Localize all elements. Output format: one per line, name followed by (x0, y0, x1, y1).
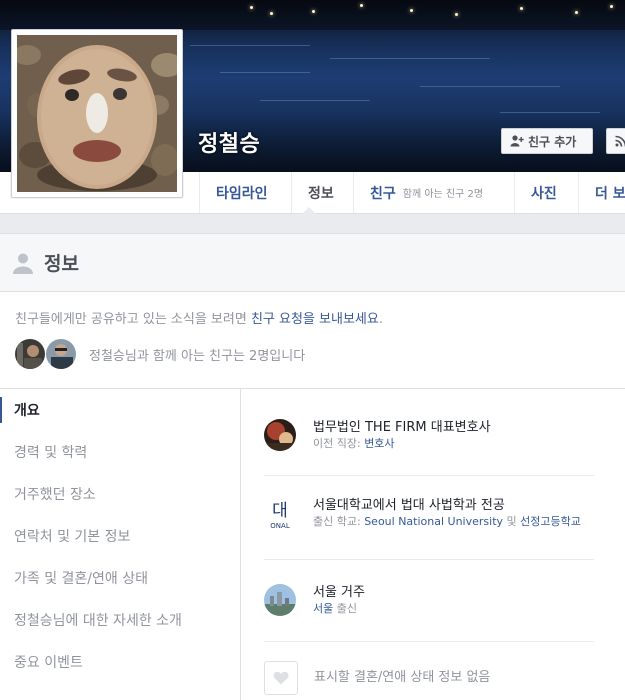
menu-item-details[interactable]: 정철승님에 대한 자세한 소개 (0, 599, 240, 641)
residence-origin: 서울 출신 (313, 601, 594, 616)
friend-photo (46, 339, 76, 369)
cover-light (270, 12, 273, 15)
cover-light (410, 9, 413, 12)
profile-picture[interactable] (11, 29, 183, 198)
cover-light (312, 10, 315, 13)
menu-item-work-education[interactable]: 경력 및 학력 (0, 431, 240, 473)
menu-item-family-relationships[interactable]: 가족 및 결혼/연애 상태 (0, 557, 240, 599)
water-ripple (420, 86, 560, 87)
menu-item-label: 중요 이벤트 (14, 655, 83, 671)
tab-about-label: 정보 (308, 185, 334, 202)
rss-icon (615, 135, 625, 147)
menu-item-label: 개요 (14, 403, 40, 419)
mutual-friend-avatar[interactable] (14, 338, 46, 370)
water-ripple (330, 58, 490, 59)
friend-photo (15, 339, 45, 369)
heart-glyph (273, 671, 289, 685)
tab-friends-label: 친구 (370, 185, 396, 202)
work-previous-label: 이전 직장: (313, 437, 365, 450)
about-header: 정보 (0, 234, 625, 292)
education-schools: 출신 학교: Seoul National University 및 선정고등학… (313, 514, 594, 529)
notice-prefix: 친구들에게만 공유하고 있는 소식을 보려면 (15, 312, 251, 327)
overview-residence: 서울 거주 서울 출신 (264, 560, 594, 642)
university-icon[interactable]: 대 ONAL (264, 497, 296, 529)
svg-text:대: 대 (272, 501, 288, 521)
mutual-friend-avatar[interactable] (45, 338, 77, 370)
city-icon[interactable] (264, 584, 296, 616)
tab-timeline-label: 타임라인 (216, 185, 268, 202)
active-tab-caret (302, 207, 316, 214)
menu-item-label: 정철승님에 대한 자세한 소개 (14, 613, 182, 629)
about-body: 개요 경력 및 학력 거주했던 장소 연락처 및 기본 정보 가족 및 결혼/연… (0, 388, 625, 700)
relationship-status: 표시할 결혼/연애 상태 정보 없음 (314, 670, 491, 685)
person-plus-icon (510, 135, 524, 147)
person-icon (13, 253, 33, 274)
tab-friends-mutual-count: 함께 아는 친구 2명 (402, 189, 484, 200)
snu-logo: 대 ONAL (264, 497, 296, 529)
work-icon[interactable] (264, 419, 296, 451)
water-ripple (190, 45, 310, 46)
education-schools-label: 출신 학교: (313, 515, 365, 528)
education-title[interactable]: 서울대학교에서 법대 사법학과 전공 (313, 497, 594, 514)
menu-item-label: 가족 및 결혼/연애 상태 (14, 571, 148, 587)
menu-item-label: 연락처 및 기본 정보 (14, 529, 131, 545)
menu-item-life-events[interactable]: 중요 이벤트 (0, 641, 240, 683)
mutual-friends-text: 정철승님과 함께 아는 친구는 2명입니다 (89, 348, 306, 364)
overview-work: 법무법인 THE FIRM 대표변호사 이전 직장: 변호사 (264, 389, 594, 476)
overview-list: 법무법인 THE FIRM 대표변호사 이전 직장: 변호사 대 ONAL 서울… (264, 389, 594, 700)
profile-name[interactable]: 정철승 (198, 126, 260, 158)
firm-logo (264, 419, 296, 451)
send-friend-request-link[interactable]: 친구 요청을 보내보세요 (251, 312, 379, 327)
cover-light (360, 4, 363, 7)
tab-more-label: 더 보기 (595, 185, 625, 202)
tab-timeline[interactable]: 타임라인 (199, 172, 291, 213)
origin-link[interactable]: 서울 (313, 602, 333, 615)
work-title[interactable]: 법무법인 THE FIRM 대표변호사 (313, 419, 594, 436)
overview-relationship: 표시할 결혼/연애 상태 정보 없음 (264, 642, 594, 700)
profile-picture-image (17, 35, 177, 192)
overview-education: 대 ONAL 서울대학교에서 법대 사법학과 전공 출신 학교: Seoul N… (264, 476, 594, 560)
menu-item-contact-info[interactable]: 연락처 및 기본 정보 (0, 515, 240, 557)
section-title: 정보 (44, 253, 79, 275)
tab-about[interactable]: 정보 (291, 172, 353, 213)
stone-face-image (17, 35, 177, 192)
school-link-highschool[interactable]: 선정고등학교 (520, 515, 581, 528)
residence-title[interactable]: 서울 거주 (313, 584, 594, 601)
cover-light (575, 11, 578, 14)
about-card: 정보 친구들에게만 공유하고 있는 소식을 보려면 친구 요청을 보내보세요. … (0, 233, 625, 700)
education-and: 및 (503, 515, 521, 528)
notice-suffix: . (378, 312, 383, 327)
cover-light (250, 6, 253, 9)
menu-item-overview[interactable]: 개요 (0, 389, 240, 431)
add-friend-label: 친구 추가 (528, 134, 577, 149)
work-previous: 이전 직장: 변호사 (313, 436, 594, 451)
svg-text:ONAL: ONAL (270, 522, 290, 529)
friend-request-notice: 친구들에게만 공유하고 있는 소식을 보려면 친구 요청을 보내보세요. (0, 292, 625, 334)
cover-light (520, 7, 523, 10)
about-menu: 개요 경력 및 학력 거주했던 장소 연락처 및 기본 정보 가족 및 결혼/연… (0, 389, 241, 700)
menu-item-places-lived[interactable]: 거주했던 장소 (0, 473, 240, 515)
menu-item-label: 거주했던 장소 (14, 487, 96, 503)
heart-icon (264, 661, 298, 695)
tab-photos-label: 사진 (531, 185, 557, 202)
origin-suffix: 출신 (333, 602, 357, 615)
cover-light (455, 13, 458, 16)
tab-friends[interactable]: 친구 함께 아는 친구 2명 (353, 172, 514, 213)
tab-photos[interactable]: 사진 (514, 172, 578, 213)
work-previous-link[interactable]: 변호사 (364, 437, 394, 450)
seoul-photo (264, 584, 296, 616)
water-ripple (260, 100, 370, 101)
menu-item-label: 경력 및 학력 (14, 445, 88, 461)
cover-sky (0, 0, 625, 30)
water-ripple (220, 72, 310, 73)
school-link-snu[interactable]: Seoul National University (364, 515, 503, 528)
follow-button[interactable] (606, 128, 625, 154)
tab-more[interactable]: 더 보기 (578, 172, 625, 213)
cover-light (610, 5, 613, 8)
add-friend-button[interactable]: 친구 추가 (501, 128, 593, 154)
mutual-friends: 정철승님과 함께 아는 친구는 2명입니다 (0, 334, 625, 374)
